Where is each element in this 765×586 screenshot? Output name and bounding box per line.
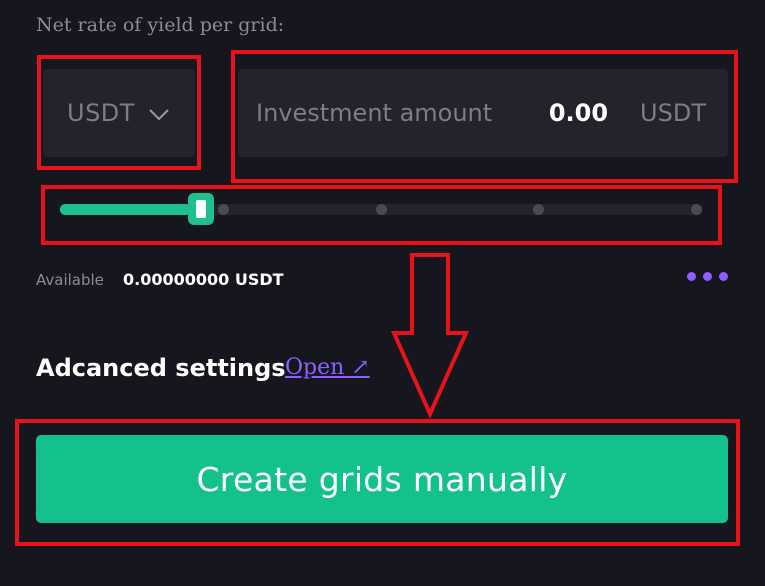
currency-select[interactable]: USDT (43, 69, 195, 157)
investment-amount-unit: USDT (640, 99, 706, 127)
net-rate-label: Net rate of yield per grid: (36, 14, 285, 36)
advanced-settings-open-link[interactable]: Open ↗ (285, 355, 370, 380)
create-grids-manually-button[interactable]: Create grids manually (36, 435, 728, 523)
slider-stop-0[interactable] (60, 204, 71, 215)
investment-amount-field[interactable]: Investment amount 0.00 USDT (238, 69, 728, 157)
investment-slider[interactable] (56, 193, 706, 225)
slider-handle[interactable] (188, 193, 215, 225)
advanced-settings-label: Adcanced settings (36, 354, 286, 382)
down-arrow-icon (390, 253, 470, 419)
slider-fill (60, 204, 192, 215)
slider-stop-100[interactable] (691, 204, 702, 215)
investment-amount-placeholder: Investment amount (256, 99, 493, 127)
available-balance: 0.00000000 USDT (123, 270, 284, 289)
available-label: Available (36, 271, 104, 289)
slider-stop-25[interactable] (217, 204, 229, 215)
more-dots-icon[interactable] (687, 272, 728, 281)
chevron-down-icon (149, 109, 169, 121)
investment-amount-value: 0.00 (548, 99, 609, 127)
currency-select-value: USDT (67, 99, 135, 127)
slider-stop-50[interactable] (375, 204, 387, 215)
